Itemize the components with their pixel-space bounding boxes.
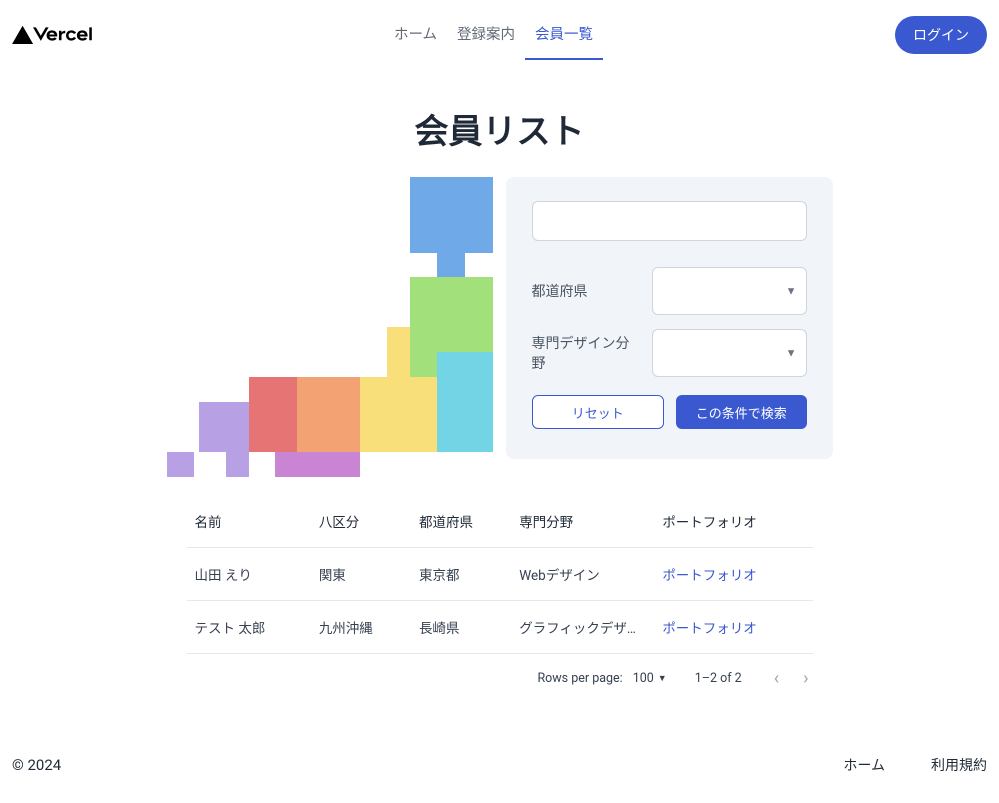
cell-prefecture: 東京都 (411, 548, 511, 601)
portfolio-link[interactable]: ポートフォリオ (662, 568, 757, 584)
search-button[interactable]: この条件で検索 (676, 395, 807, 429)
nav-tab-members[interactable]: 会員一覧 (525, 9, 603, 60)
header-region: 八区分 (311, 495, 411, 548)
reset-button[interactable]: リセット (532, 395, 665, 429)
pagination: Rows per page: 100 ▼ 1–2 of 2 ‹ › (187, 654, 813, 703)
nav-tab-home[interactable]: ホーム (384, 9, 447, 60)
search-input[interactable] (532, 201, 807, 241)
cell-region: 関東 (311, 548, 411, 601)
header-portfolio: ポートフォリオ (654, 495, 812, 548)
nav-tabs: ホーム 登録案内 会員一覧 (384, 9, 603, 60)
table-row: 山田 えり 関東 東京都 Webデザイン ポートフォリオ (187, 548, 813, 601)
footer-link-home[interactable]: ホーム (843, 755, 885, 775)
next-page-button[interactable]: › (799, 664, 812, 693)
design-field-label: 専門デザイン分野 (532, 333, 640, 373)
cell-region: 九州沖縄 (311, 601, 411, 654)
prev-page-button[interactable]: ‹ (770, 664, 783, 693)
prefecture-label: 都道府県 (532, 281, 640, 301)
main-content: 都道府県 ▼ 専門デザイン分野 ▼ リセット この条件で検索 (0, 177, 999, 459)
cell-name: テスト 太郎 (187, 601, 311, 654)
japan-map[interactable] (167, 159, 493, 459)
table-row: テスト 太郎 九州沖縄 長崎県 グラフィックデザ… ポートフォリオ (187, 601, 813, 654)
search-panel: 都道府県 ▼ 専門デザイン分野 ▼ リセット この条件で検索 (506, 177, 833, 459)
members-table: 名前 八区分 都道府県 専門分野 ポートフォリオ 山田 えり 関東 東京都 We… (167, 495, 833, 703)
design-field-select[interactable] (652, 329, 807, 377)
nav-tab-registration[interactable]: 登録案内 (447, 9, 525, 60)
vercel-logo[interactable] (12, 24, 92, 46)
page-title: 会員リスト (0, 104, 999, 153)
rows-per-page-select[interactable]: 100 ▼ (633, 671, 667, 686)
header-name: 名前 (187, 495, 311, 548)
cell-specialty: グラフィックデザ… (511, 601, 654, 654)
footer-link-terms[interactable]: 利用規約 (931, 755, 987, 775)
header: ホーム 登録案内 会員一覧 ログイン (0, 0, 999, 70)
copyright: © 2024 (12, 756, 61, 774)
prefecture-select[interactable] (652, 267, 807, 315)
header-specialty: 専門分野 (511, 495, 654, 548)
cell-specialty: Webデザイン (511, 548, 654, 601)
login-button[interactable]: ログイン (895, 16, 987, 54)
rows-per-page-label: Rows per page: (537, 671, 622, 686)
portfolio-link[interactable]: ポートフォリオ (662, 621, 757, 637)
footer: © 2024 ホーム 利用規約 (0, 727, 999, 803)
page-range: 1–2 of 2 (695, 671, 742, 686)
table-header-row: 名前 八区分 都道府県 専門分野 ポートフォリオ (187, 495, 813, 548)
cell-prefecture: 長崎県 (411, 601, 511, 654)
chevron-down-icon: ▼ (658, 673, 667, 684)
cell-name: 山田 えり (187, 548, 311, 601)
header-prefecture: 都道府県 (411, 495, 511, 548)
